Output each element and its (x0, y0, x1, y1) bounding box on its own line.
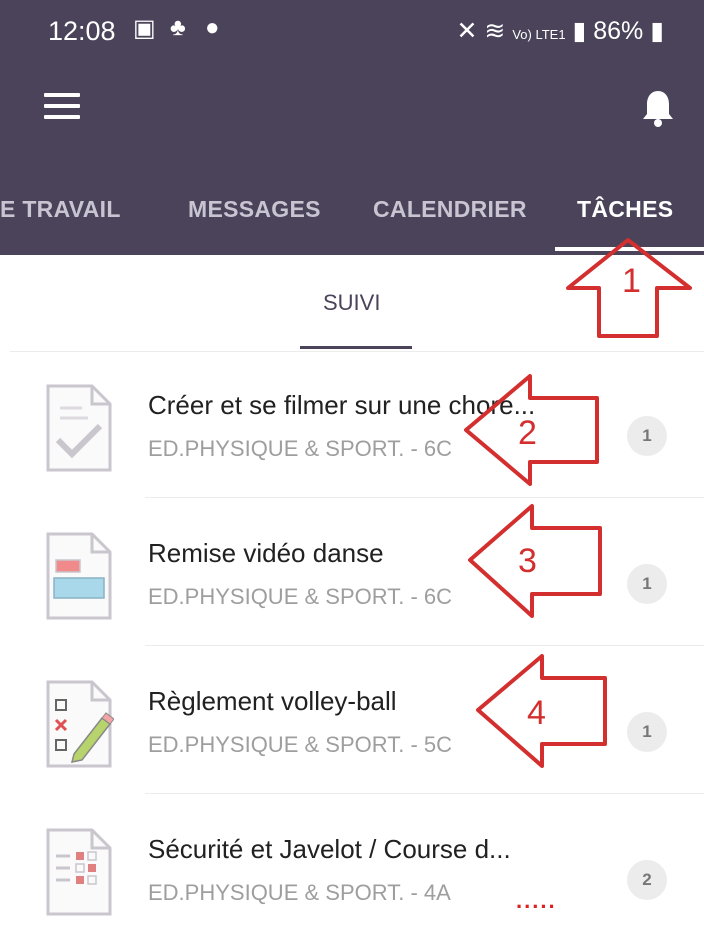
task-title: Créer et se filmer sur une choré... (148, 390, 536, 420)
subtab-indicator (300, 346, 412, 349)
facebook-icon: ● (205, 14, 220, 41)
checklist-pencil-icon (46, 680, 114, 768)
task-title: Règlement volley-ball (148, 686, 397, 716)
task-title: Sécurité et Javelot / Course d... (148, 834, 511, 864)
checked-doc-icon (46, 384, 112, 472)
grid-doc-icon (46, 828, 112, 916)
battery-percent: 86% (593, 17, 644, 45)
form-doc-icon (46, 532, 112, 620)
task-row[interactable]: Règlement volley-ball ED.PHYSIQUE & SPOR… (0, 676, 704, 796)
count-badge: 2 (627, 860, 667, 900)
bell-icon[interactable] (640, 88, 676, 128)
tab-calendrier[interactable]: CALENDRIER (373, 196, 527, 223)
app-header: 12:08 ▣ ♣ ● ✕ ≋ Vo) LTE1 ▮ 86% ▮ E TRAVA… (0, 0, 704, 255)
gallery-icon: ▣ (133, 15, 156, 42)
tab-taches[interactable]: TÂCHES (577, 196, 673, 223)
signal-icon: ▮ (572, 17, 587, 45)
notification-icon: ♣ (170, 14, 186, 41)
task-subtitle: ED.PHYSIQUE & SPORT. - 6C (148, 436, 453, 461)
mute-icon: ✕ (456, 17, 478, 45)
status-bar: 12:08 ▣ ♣ ● ✕ ≋ Vo) LTE1 ▮ 86% ▮ (0, 0, 704, 64)
count-badge: 1 (627, 564, 667, 604)
subtab-suivi[interactable]: SUIVI (323, 290, 380, 316)
subtab-divider (10, 351, 704, 352)
annotation-label-1: 1 (622, 262, 641, 300)
task-subtitle: ED.PHYSIQUE & SPORT. - 5C (148, 732, 453, 757)
row-divider (145, 645, 704, 646)
task-subtitle: ED.PHYSIQUE & SPORT. - 6C (148, 584, 453, 609)
task-subtitle: ED.PHYSIQUE & SPORT. - 4A (148, 880, 451, 905)
count-badge: 1 (627, 416, 667, 456)
row-divider (145, 793, 704, 794)
menu-icon[interactable] (44, 93, 80, 123)
dotted-annotation: ..... (516, 888, 557, 913)
task-row[interactable]: Créer et se filmer sur une choré... ED.P… (0, 380, 704, 500)
status-right: ✕ ≋ Vo) LTE1 ▮ 86% ▮ (457, 16, 664, 46)
signal-label: Vo) LTE1 (512, 27, 566, 42)
tab-espace-travail[interactable]: E TRAVAIL (0, 196, 121, 223)
status-time: 12:08 (48, 16, 116, 46)
active-tab-indicator (555, 247, 704, 251)
row-divider (145, 497, 704, 498)
task-title: Remise vidéo danse (148, 538, 384, 568)
count-badge: 1 (627, 712, 667, 752)
tab-messages[interactable]: MESSAGES (188, 196, 321, 223)
task-row[interactable]: Sécurité et Javelot / Course d... ED.PHY… (0, 824, 704, 944)
battery-icon: ▮ (650, 17, 664, 45)
task-row[interactable]: Remise vidéo danse ED.PHYSIQUE & SPORT. … (0, 528, 704, 648)
wifi-icon: ≋ (484, 17, 506, 45)
